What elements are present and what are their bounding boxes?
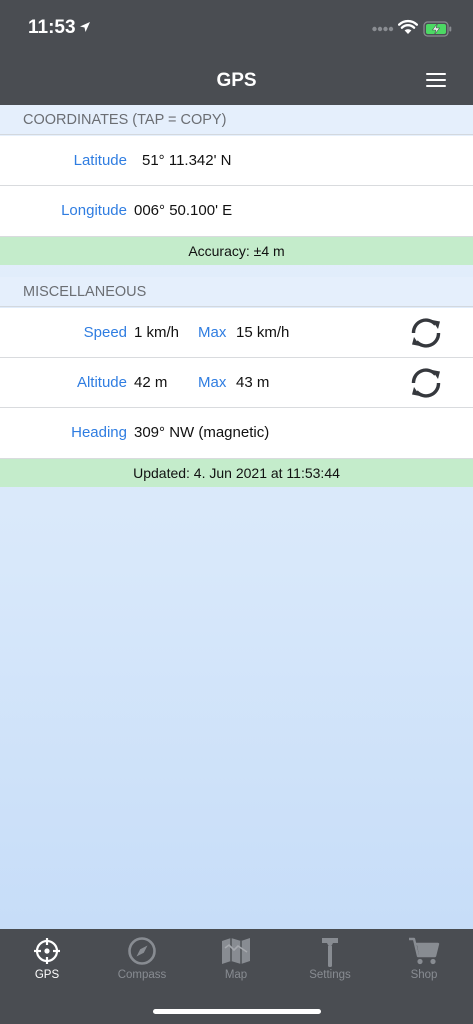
heading-row: Heading 309° NW (magnetic) <box>0 408 473 459</box>
coordinates-section-header: COORDINATES (TAP = COPY) <box>0 105 473 135</box>
compass-icon <box>128 937 156 965</box>
cart-icon <box>409 937 440 965</box>
altitude-value: 42 m <box>134 374 168 391</box>
longitude-label: Longitude <box>61 202 127 219</box>
tab-shop[interactable]: Shop <box>377 929 471 989</box>
crosshair-icon <box>34 938 60 964</box>
altitude-row: Altitude 42 m Max 43 m <box>0 358 473 408</box>
latitude-row[interactable]: Latitude 51° 11.342' N <box>0 136 473 186</box>
map-icon <box>222 938 250 964</box>
speed-max-value: 15 km/h <box>236 324 290 341</box>
speed-row: Speed 1 km/h Max 15 km/h <box>0 308 473 358</box>
altitude-max-value: 43 m <box>236 374 270 391</box>
hammer-icon <box>322 938 338 967</box>
speed-value: 1 km/h <box>134 324 180 341</box>
reset-altitude-icon[interactable] <box>408 366 444 400</box>
reset-speed-icon[interactable] <box>408 316 444 350</box>
altitude-max-label: Max <box>198 374 227 391</box>
status-time: 11:53 <box>28 17 76 38</box>
hamburger-line <box>426 73 446 75</box>
longitude-row[interactable]: Longitude 006° 50.100' E <box>0 186 473 237</box>
tab-map[interactable]: Map <box>189 929 283 989</box>
tab-label: GPS <box>34 969 60 981</box>
heading-value: 309° NW (magnetic) <box>134 424 270 441</box>
speed-label: Speed <box>83 324 127 341</box>
misc-section-header: MISCELLANEOUS <box>0 277 473 307</box>
latitude-label: Latitude <box>73 152 127 169</box>
tab-label: Shop <box>410 969 438 981</box>
signal-dots-icon <box>372 26 394 32</box>
menu-button[interactable] <box>424 71 448 89</box>
speed-max-label: Max <box>198 324 227 341</box>
longitude-value: 006° 50.100' E <box>134 202 233 219</box>
tab-label: Map <box>224 969 248 981</box>
hamburger-line <box>426 79 446 81</box>
home-indicator <box>153 1009 321 1014</box>
location-arrow-icon <box>80 22 90 32</box>
tab-settings[interactable]: Settings <box>283 929 377 989</box>
updated-bar: Updated: 4. Jun 2021 at 11:53:44 <box>0 459 473 487</box>
altitude-label: Altitude <box>76 374 127 391</box>
tab-gps[interactable]: GPS <box>0 929 94 989</box>
accuracy-bar: Accuracy: ±4 m <box>0 237 473 265</box>
app-header: 11:53 GPS <box>0 0 473 105</box>
page-title: GPS <box>216 70 257 91</box>
tab-label: Settings <box>309 969 351 981</box>
tab-label: Compass <box>117 969 167 981</box>
wifi-icon <box>398 19 418 34</box>
tab-compass[interactable]: Compass <box>95 929 189 989</box>
hamburger-line <box>426 85 446 87</box>
battery-charging-icon <box>423 21 452 37</box>
latitude-value: 51° 11.342' N <box>142 152 232 169</box>
heading-label: Heading <box>71 424 127 441</box>
